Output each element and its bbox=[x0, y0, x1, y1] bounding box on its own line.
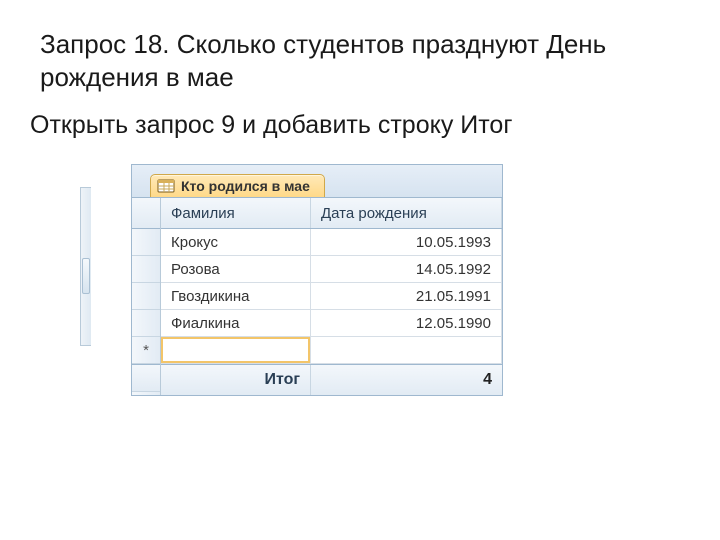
vertical-scrollbar[interactable] bbox=[80, 187, 91, 346]
datasheet-icon bbox=[157, 178, 175, 194]
cell-birthdate[interactable]: 12.05.1990 bbox=[311, 310, 502, 336]
total-row: Итог 4 bbox=[161, 364, 502, 395]
access-screenshot: Кто родился в мае * Фамилия Дата рожд bbox=[80, 164, 680, 396]
new-cell-birthdate[interactable] bbox=[311, 337, 502, 363]
cell-surname[interactable]: Розова bbox=[161, 256, 311, 282]
col-header-birthdate[interactable]: Дата рождения bbox=[311, 198, 502, 228]
total-label: Итог bbox=[161, 365, 311, 395]
tab-label: Кто родился в мае bbox=[181, 178, 310, 194]
new-row-header[interactable]: * bbox=[132, 337, 160, 364]
row-header[interactable] bbox=[132, 310, 160, 337]
table-row[interactable]: Розова 14.05.1992 bbox=[161, 256, 502, 283]
cell-surname[interactable]: Гвоздикина bbox=[161, 283, 311, 309]
selectall-corner[interactable] bbox=[132, 198, 160, 229]
row-header[interactable] bbox=[132, 229, 160, 256]
datasheet-grid: * Фамилия Дата рождения Крокус 10.05.199… bbox=[132, 198, 502, 395]
column-headers: Фамилия Дата рождения bbox=[161, 198, 502, 229]
table-row[interactable]: Фиалкина 12.05.1990 bbox=[161, 310, 502, 337]
slide-title: Запрос 18. Сколько студентов празднуют Д… bbox=[40, 28, 680, 93]
row-header-column: * bbox=[132, 198, 161, 395]
query-tab[interactable]: Кто родился в мае bbox=[150, 174, 325, 197]
row-header[interactable] bbox=[132, 283, 160, 310]
new-cell-surname[interactable] bbox=[161, 337, 311, 363]
cell-birthdate[interactable]: 10.05.1993 bbox=[311, 229, 502, 255]
new-row[interactable] bbox=[161, 337, 502, 364]
total-row-header bbox=[132, 364, 160, 392]
cell-birthdate[interactable]: 21.05.1991 bbox=[311, 283, 502, 309]
tab-bar: Кто родился в мае bbox=[132, 165, 502, 198]
table-row[interactable]: Крокус 10.05.1993 bbox=[161, 229, 502, 256]
cell-surname[interactable]: Крокус bbox=[161, 229, 311, 255]
cell-surname[interactable]: Фиалкина bbox=[161, 310, 311, 336]
table-row[interactable]: Гвоздикина 21.05.1991 bbox=[161, 283, 502, 310]
total-value: 4 bbox=[311, 365, 502, 395]
row-header[interactable] bbox=[132, 256, 160, 283]
col-header-surname[interactable]: Фамилия bbox=[161, 198, 311, 228]
cell-birthdate[interactable]: 14.05.1992 bbox=[311, 256, 502, 282]
slide-subtitle: Открыть запрос 9 и добавить строку Итог bbox=[30, 111, 680, 140]
